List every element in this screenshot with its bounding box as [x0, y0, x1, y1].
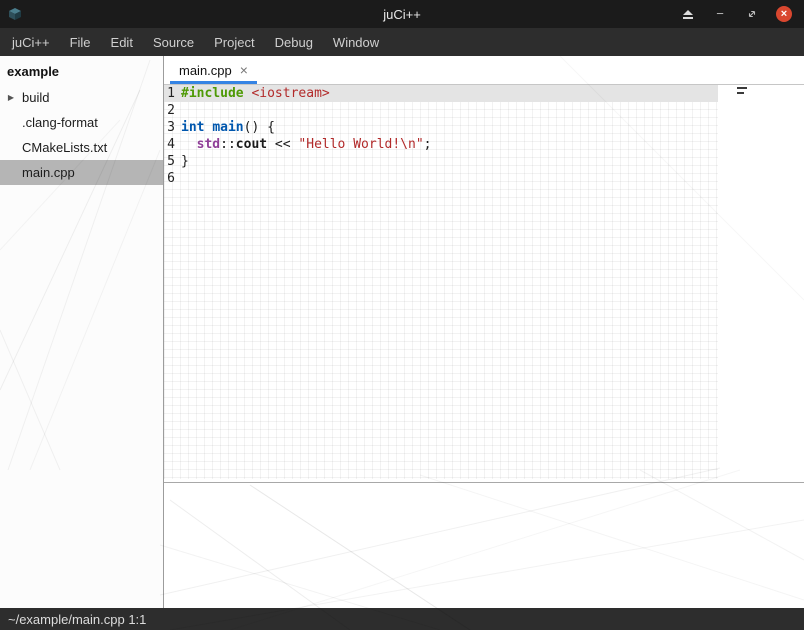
code-token: std	[197, 137, 220, 152]
title-bar: juCi++ − ×	[0, 0, 804, 28]
menu-item-juci[interactable]: juCi++	[2, 28, 60, 56]
menu-item-source[interactable]: Source	[143, 28, 204, 56]
tree-item-build[interactable]: ▶build	[0, 85, 163, 110]
expand-arrow-icon[interactable]: ▶	[0, 93, 22, 102]
eject-icon-bar	[683, 17, 693, 19]
status-bar: ~/example/main.cpp 1:1	[0, 608, 804, 630]
code-token: "Hello World!\n"	[298, 137, 423, 152]
code-token: () {	[244, 120, 275, 135]
window-controls: − ×	[680, 6, 804, 22]
project-root-label: example	[0, 56, 163, 85]
code-text: #include <iostream>	[175, 85, 330, 102]
editor-lines: 1#include <iostream>23int main() {4 std:…	[164, 85, 718, 187]
code-text: int main() {	[175, 119, 275, 136]
code-token: }	[181, 154, 189, 169]
line-number: 1	[164, 85, 175, 102]
menu-item-edit[interactable]: Edit	[101, 28, 143, 56]
minimize-button[interactable]: −	[712, 6, 728, 22]
content-column: main.cpp× 1#include <iostream>23int main…	[164, 56, 804, 608]
tab-close-button[interactable]: ×	[240, 63, 248, 77]
bottom-pane	[164, 483, 804, 608]
code-token: main	[212, 120, 243, 135]
code-token: cout	[236, 137, 267, 152]
tree-item-label: .clang-format	[22, 115, 98, 130]
file-tree: ▶build .clang-format CMakeLists.txt main.cp…	[0, 85, 163, 185]
tree-item-main-cpp[interactable]: main.cpp	[0, 160, 163, 185]
status-file-position: ~/example/main.cpp 1:1	[8, 612, 146, 627]
close-button[interactable]: ×	[776, 6, 792, 22]
code-token: ;	[424, 137, 432, 152]
app-window: juCi++ − × juCi++FileEditSourceProjectDe…	[0, 0, 804, 630]
tab-label: main.cpp	[179, 63, 232, 78]
tree-item-label: build	[22, 90, 49, 105]
line-number: 6	[164, 170, 175, 187]
code-token: <iostream>	[251, 86, 329, 101]
code-line: 3int main() {	[164, 119, 718, 136]
code-line: 4 std::cout << "Hello World!\n";	[164, 136, 718, 153]
code-text	[175, 102, 181, 119]
menu-item-project[interactable]: Project	[204, 28, 264, 56]
tree-item-label: main.cpp	[22, 165, 75, 180]
scroll-overview-map[interactable]	[737, 87, 747, 94]
restore-button[interactable]	[744, 6, 760, 22]
eject-icon	[683, 10, 693, 15]
code-line: 1#include <iostream>	[164, 85, 718, 102]
main-area: example ▶build .clang-format CMakeLists.tx…	[0, 56, 804, 608]
sidebar: example ▶build .clang-format CMakeLists.tx…	[0, 56, 164, 608]
code-text: }	[175, 153, 189, 170]
menu-bar: juCi++FileEditSourceProjectDebugWindow	[0, 28, 804, 56]
tab-main-cpp[interactable]: main.cpp ×	[169, 56, 258, 84]
app-icon	[7, 5, 25, 23]
code-line: 5}	[164, 153, 718, 170]
menu-item-debug[interactable]: Debug	[265, 28, 323, 56]
code-token: int	[181, 120, 204, 135]
line-number: 4	[164, 136, 175, 153]
code-token: <<	[267, 137, 298, 152]
menu-item-file[interactable]: File	[60, 28, 101, 56]
tree-item-cmakelists-txt[interactable]: CMakeLists.txt	[0, 135, 163, 160]
tree-item-clang-format[interactable]: .clang-format	[0, 110, 163, 135]
code-token	[181, 137, 197, 152]
code-text	[175, 170, 181, 187]
tree-item-label: CMakeLists.txt	[22, 140, 107, 155]
menu-item-window[interactable]: Window	[323, 28, 389, 56]
code-line: 2	[164, 102, 718, 119]
code-line: 6	[164, 170, 718, 187]
line-number: 2	[164, 102, 175, 119]
tab-bar: main.cpp ×	[164, 56, 804, 85]
code-token: ::	[220, 137, 236, 152]
editor-pane[interactable]: 1#include <iostream>23int main() {4 std:…	[164, 85, 804, 483]
code-token: #include	[181, 86, 244, 101]
eject-button[interactable]	[680, 6, 696, 22]
line-number: 3	[164, 119, 175, 136]
line-number: 5	[164, 153, 175, 170]
restore-diagonal-arrows-icon	[746, 8, 758, 20]
code-text: std::cout << "Hello World!\n";	[175, 136, 431, 153]
